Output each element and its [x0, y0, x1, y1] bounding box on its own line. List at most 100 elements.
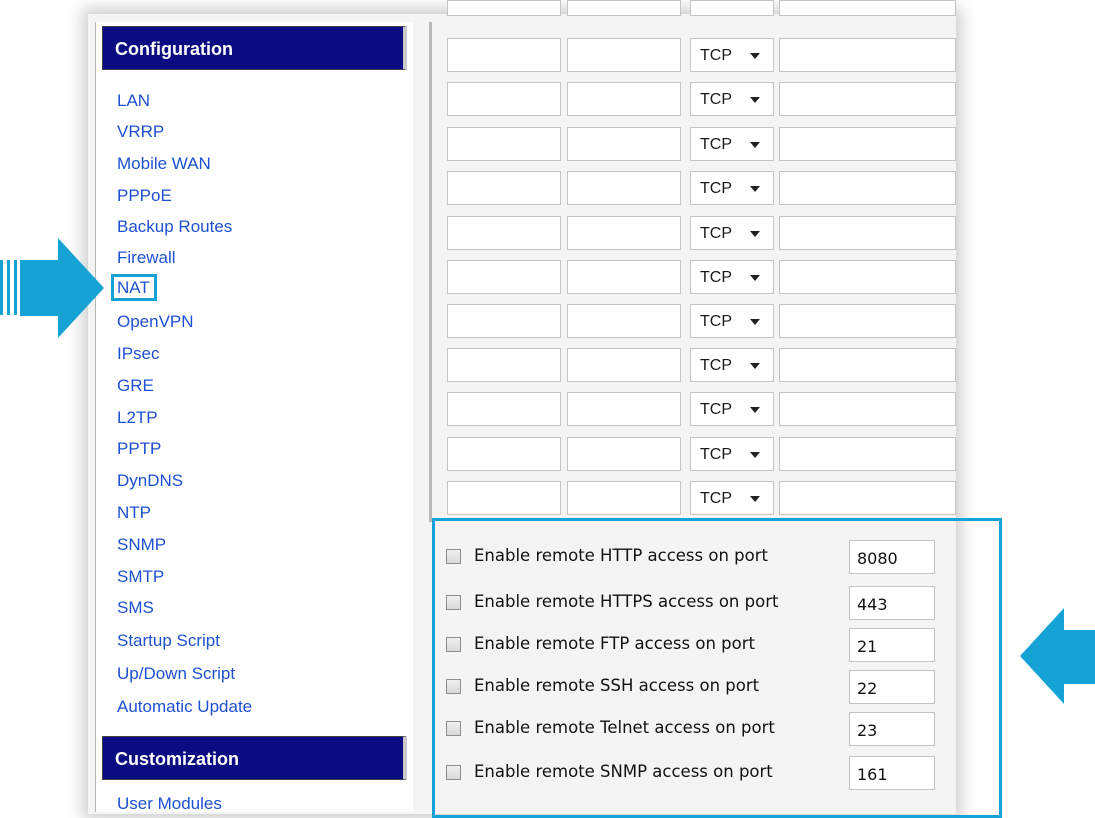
- protocol-value: TCP: [700, 225, 732, 242]
- server-ip-input[interactable]: [779, 216, 956, 250]
- sidebar-item-mobile-wan[interactable]: Mobile WAN: [117, 154, 211, 174]
- sidebar-item-firewall[interactable]: Firewall: [117, 248, 176, 268]
- sidebar-item-smtp[interactable]: SMTP: [117, 567, 164, 587]
- enable-checkbox[interactable]: [446, 595, 461, 610]
- chevron-down-icon: [750, 53, 760, 59]
- server-ip-input[interactable]: [779, 260, 956, 294]
- remote-access-row: Enable remote FTP access on port 21: [446, 628, 946, 662]
- private-port-input[interactable]: [567, 0, 681, 16]
- sidebar-item-startup-script[interactable]: Startup Script: [117, 631, 220, 651]
- arrow-right-icon: [0, 238, 104, 338]
- private-port-input[interactable]: [567, 127, 681, 161]
- server-ip-input[interactable]: [779, 348, 956, 382]
- server-ip-input[interactable]: [779, 304, 956, 338]
- sidebar-item-snmp[interactable]: SNMP: [117, 535, 166, 555]
- sidebar-item-lan[interactable]: LAN: [117, 91, 150, 111]
- sidebar-item-l2tp[interactable]: L2TP: [117, 408, 158, 428]
- sidebar-item-nat[interactable]: NAT: [111, 274, 157, 301]
- protocol-select[interactable]: [690, 0, 774, 16]
- protocol-select[interactable]: TCP: [690, 38, 774, 72]
- sidebar-item-gre[interactable]: GRE: [117, 376, 154, 396]
- enable-checkbox[interactable]: [446, 679, 461, 694]
- server-ip-input[interactable]: [779, 392, 956, 426]
- remote-access-label: Enable remote HTTPS access on port: [474, 592, 779, 611]
- enable-checkbox[interactable]: [446, 549, 461, 564]
- private-port-input[interactable]: [567, 437, 681, 471]
- configuration-header: Configuration: [102, 26, 407, 70]
- arrow-left-icon: [1020, 608, 1095, 704]
- public-port-input[interactable]: [447, 127, 561, 161]
- public-port-input[interactable]: [447, 171, 561, 205]
- protocol-select[interactable]: TCP: [690, 437, 774, 471]
- public-port-input[interactable]: [447, 38, 561, 72]
- sidebar-item-ntp[interactable]: NTP: [117, 503, 151, 523]
- public-port-input[interactable]: [447, 82, 561, 116]
- remote-access-row: Enable remote SNMP access on port 161: [446, 756, 946, 790]
- private-port-input[interactable]: [567, 171, 681, 205]
- server-ip-input[interactable]: [779, 437, 956, 471]
- public-port-input[interactable]: [447, 260, 561, 294]
- protocol-select[interactable]: TCP: [690, 82, 774, 116]
- sidebar-item-pppoe[interactable]: PPPoE: [117, 186, 172, 206]
- sidebar-item-up-down-script[interactable]: Up/Down Script: [117, 664, 235, 684]
- sidebar-item-ipsec[interactable]: IPsec: [117, 344, 160, 364]
- remote-access-label: Enable remote FTP access on port: [474, 634, 755, 653]
- chevron-down-icon: [750, 275, 760, 281]
- remote-access-label: Enable remote SNMP access on port: [474, 762, 773, 781]
- public-port-input[interactable]: [447, 0, 561, 16]
- chevron-down-icon: [750, 363, 760, 369]
- protocol-select[interactable]: TCP: [690, 304, 774, 338]
- sidebar-item-user-modules[interactable]: User Modules: [117, 794, 222, 814]
- private-port-input[interactable]: [567, 348, 681, 382]
- sidebar-item-backup-routes[interactable]: Backup Routes: [117, 217, 232, 237]
- enable-checkbox[interactable]: [446, 721, 461, 736]
- sidebar-item-vrrp[interactable]: VRRP: [117, 122, 164, 142]
- port-input[interactable]: 21: [849, 628, 935, 662]
- private-port-input[interactable]: [567, 82, 681, 116]
- public-port-input[interactable]: [447, 392, 561, 426]
- sidebar-item-dyndns[interactable]: DynDNS: [117, 471, 183, 491]
- enable-checkbox[interactable]: [446, 765, 461, 780]
- sidebar-item-sms[interactable]: SMS: [117, 598, 154, 618]
- protocol-select[interactable]: TCP: [690, 171, 774, 205]
- server-ip-input[interactable]: [779, 171, 956, 205]
- public-port-input[interactable]: [447, 348, 561, 382]
- server-ip-input[interactable]: [779, 481, 956, 515]
- port-input[interactable]: 8080: [849, 540, 935, 574]
- private-port-input[interactable]: [567, 216, 681, 250]
- public-port-input[interactable]: [447, 437, 561, 471]
- protocol-value: TCP: [700, 490, 732, 507]
- port-input[interactable]: 22: [849, 670, 935, 704]
- private-port-input[interactable]: [567, 304, 681, 338]
- server-ip-input[interactable]: [779, 127, 956, 161]
- remote-access-label: Enable remote SSH access on port: [474, 676, 760, 695]
- sidebar: Configuration LAN VRRP Mobile WAN PPPoE …: [95, 22, 415, 814]
- private-port-input[interactable]: [567, 260, 681, 294]
- port-input[interactable]: 161: [849, 756, 935, 790]
- port-input[interactable]: 443: [849, 586, 935, 620]
- protocol-select[interactable]: TCP: [690, 216, 774, 250]
- protocol-select[interactable]: TCP: [690, 348, 774, 382]
- public-port-input[interactable]: [447, 481, 561, 515]
- protocol-value: TCP: [700, 357, 732, 374]
- protocol-select[interactable]: TCP: [690, 260, 774, 294]
- server-ip-input[interactable]: [779, 82, 956, 116]
- sidebar-item-automatic-update[interactable]: Automatic Update: [117, 697, 252, 717]
- protocol-select[interactable]: TCP: [690, 392, 774, 426]
- chevron-down-icon: [750, 407, 760, 413]
- server-ip-input[interactable]: [779, 0, 956, 16]
- protocol-select[interactable]: TCP: [690, 127, 774, 161]
- public-port-input[interactable]: [447, 304, 561, 338]
- private-port-input[interactable]: [567, 38, 681, 72]
- sidebar-item-pptp[interactable]: PPTP: [117, 439, 161, 459]
- server-ip-input[interactable]: [779, 38, 956, 72]
- port-input[interactable]: 23: [849, 712, 935, 746]
- public-port-input[interactable]: [447, 216, 561, 250]
- protocol-value: TCP: [700, 401, 732, 418]
- enable-checkbox[interactable]: [446, 637, 461, 652]
- sidebar-item-openvpn[interactable]: OpenVPN: [117, 312, 194, 332]
- private-port-input[interactable]: [567, 392, 681, 426]
- private-port-input[interactable]: [567, 481, 681, 515]
- protocol-select[interactable]: TCP: [690, 481, 774, 515]
- chevron-down-icon: [750, 319, 760, 325]
